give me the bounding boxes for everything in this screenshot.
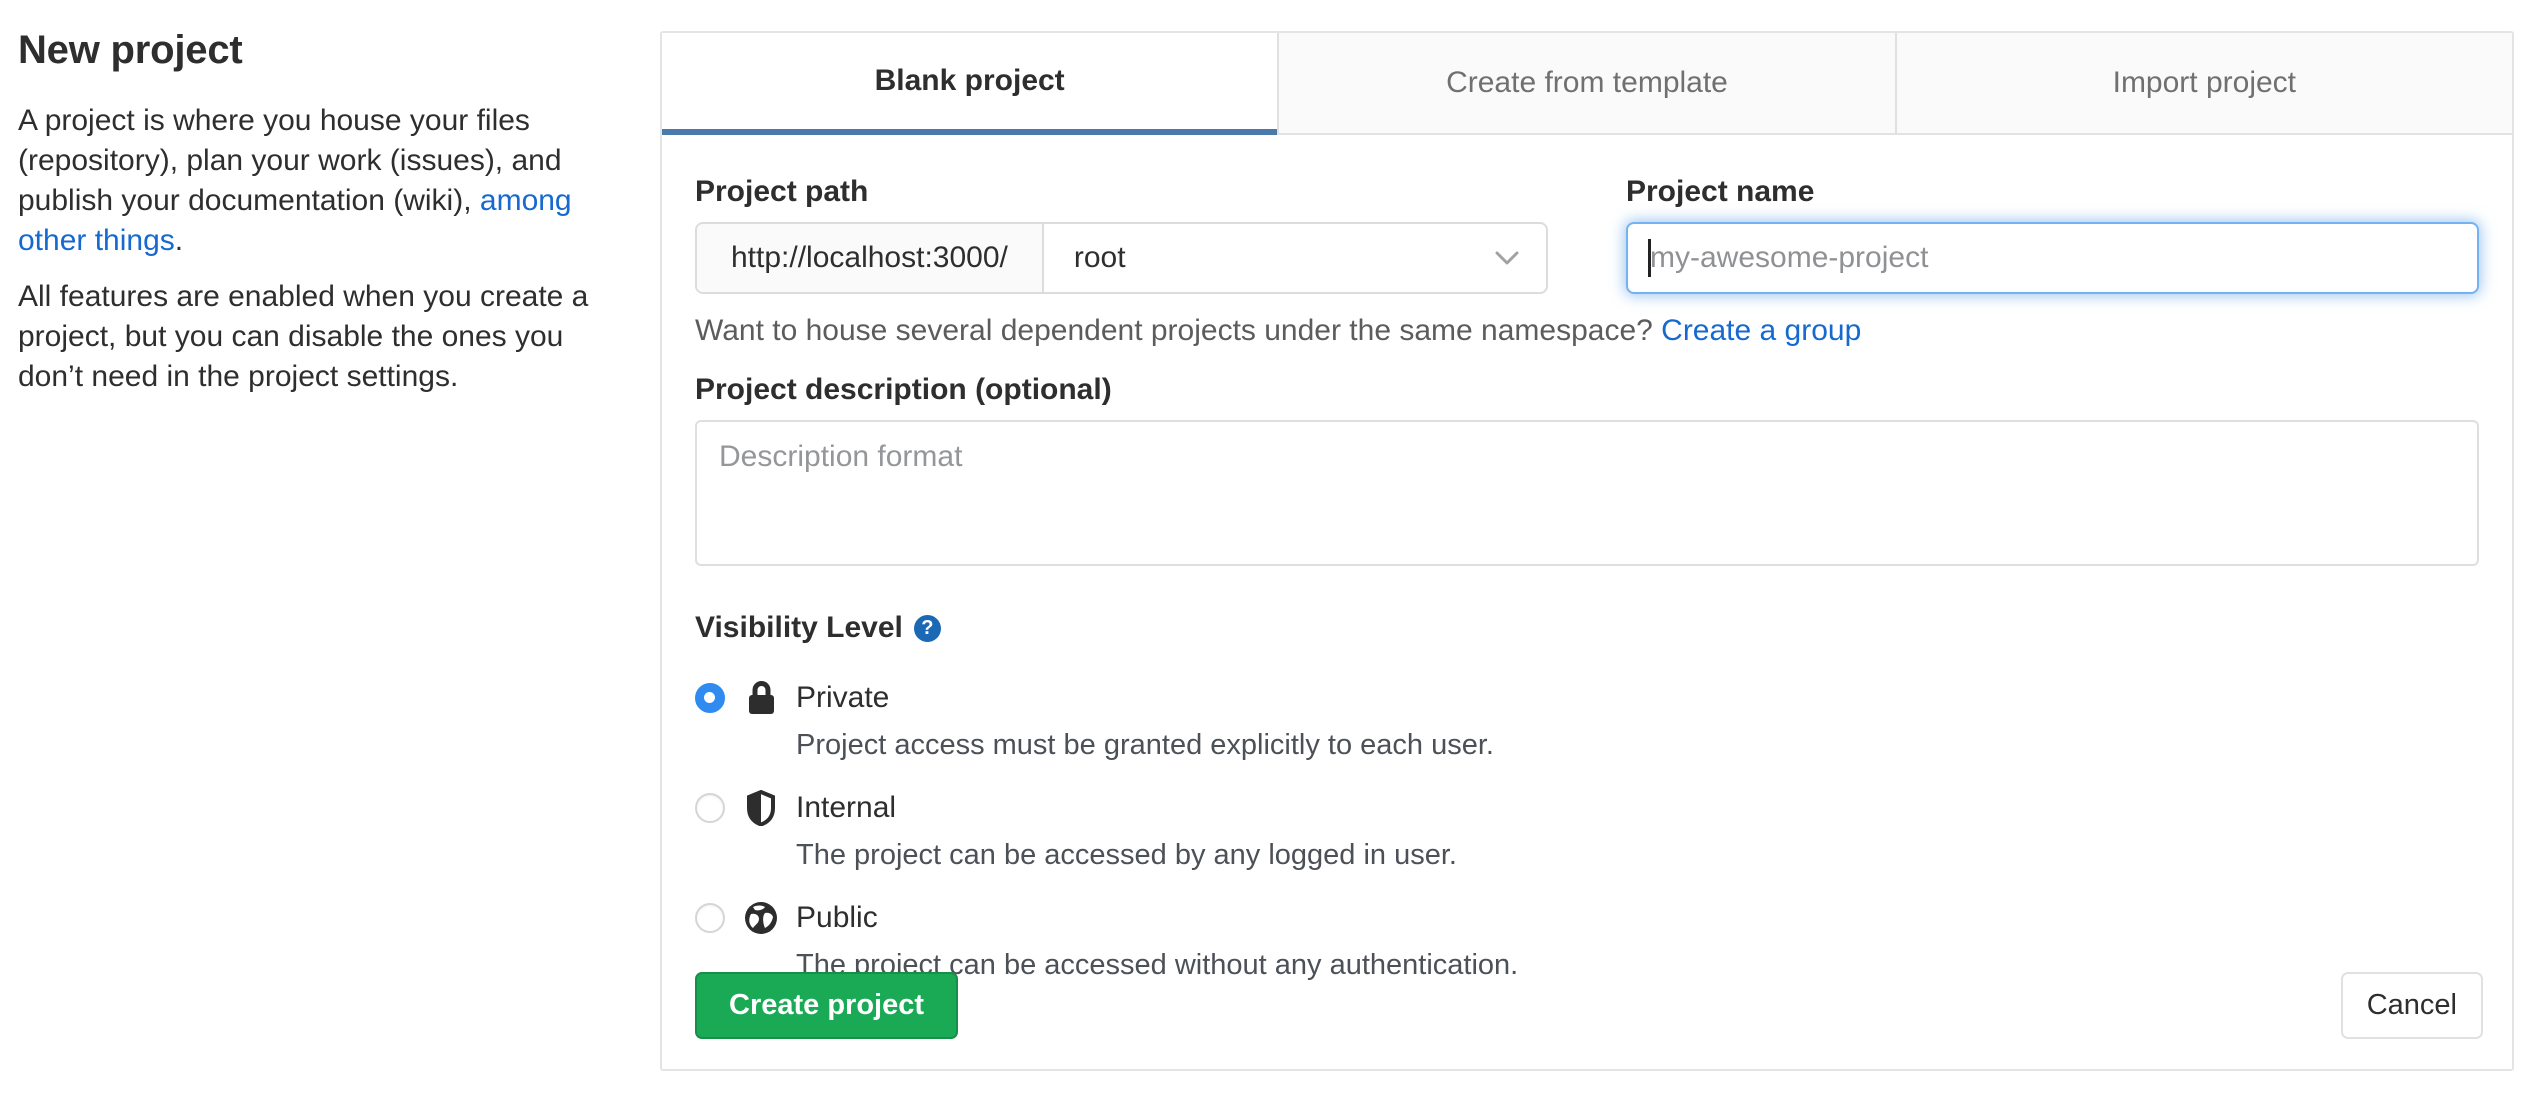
project-type-tabbar: Blank project Create from template Impor… [662, 33, 2512, 135]
globe-icon [742, 901, 780, 935]
project-description-label: Project description (optional) [695, 373, 1112, 406]
visibility-option-name: Internal [796, 791, 897, 824]
visibility-level-label: Visibility Level [695, 611, 903, 644]
create-a-group-link[interactable]: Create a group [1661, 314, 1861, 347]
project-path-field: Project path http://localhost:3000/ root [695, 175, 1548, 294]
visibility-option-name: Private [796, 681, 890, 714]
sidebar-paragraph-1: A project is where you house your files … [18, 101, 638, 261]
namespace-hint-text: Want to house several dependent projects… [695, 314, 1662, 347]
visibility-option-private: Private Project access must be granted e… [695, 675, 2479, 765]
chevron-down-icon [1494, 249, 1520, 267]
paragraph-text-end: . [174, 224, 184, 257]
project-name-field: Project name [1626, 175, 2479, 294]
sidebar: New project A project is where you house… [18, 26, 638, 413]
radio-internal[interactable] [695, 793, 725, 823]
namespace-selected-value: root [1073, 241, 1126, 274]
radio-private[interactable] [695, 683, 725, 713]
project-path-group: http://localhost:3000/ root [695, 222, 1548, 294]
tab-create-from-template[interactable]: Create from template [1277, 33, 1895, 135]
sidebar-paragraph-2: All features are enabled when you create… [18, 280, 589, 393]
visibility-option-description: The project can be accessed by any logge… [796, 839, 1457, 871]
radio-public[interactable] [695, 903, 725, 933]
question-mark-icon[interactable]: ? [913, 614, 941, 642]
visibility-option-description: Project access must be granted explicitl… [796, 729, 1494, 761]
tab-blank-project[interactable]: Blank project [662, 33, 1278, 135]
new-project-panel: Blank project Create from template Impor… [660, 31, 2514, 1071]
namespace-hint: Want to house several dependent projects… [695, 314, 2479, 348]
project-path-label: Project path [695, 175, 869, 208]
tab-import-project[interactable]: Import project [1894, 33, 2512, 135]
project-description-textarea[interactable] [695, 420, 2479, 566]
form-actions: Create project Cancel [695, 972, 2483, 1039]
url-prefix-addon: http://localhost:3000/ [697, 224, 1044, 292]
text-caret [1648, 239, 1651, 277]
project-name-input[interactable] [1626, 222, 2479, 294]
lock-icon [742, 680, 780, 716]
cancel-button[interactable]: Cancel [2340, 972, 2483, 1039]
visibility-options: Private Project access must be granted e… [695, 675, 2479, 985]
create-project-button[interactable]: Create project [695, 972, 959, 1039]
blank-project-form: Project path http://localhost:3000/ root… [662, 135, 2512, 985]
namespace-select[interactable]: root [1044, 224, 1546, 292]
shield-icon [742, 790, 780, 826]
visibility-option-name: Public [796, 901, 878, 934]
project-name-label: Project name [1626, 175, 1815, 208]
page-title: New project [18, 28, 243, 72]
visibility-option-internal: Internal The project can be accessed by … [695, 785, 2479, 875]
